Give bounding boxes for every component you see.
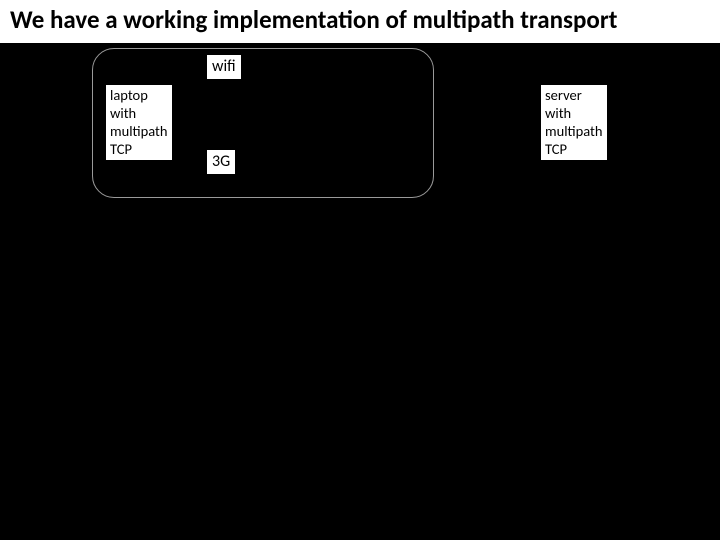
server-node-label: serverwithmultipathTCP <box>541 85 607 160</box>
wifi-path-label: wifi <box>207 55 241 79</box>
laptop-node-label: laptopwithmultipathTCP <box>106 85 172 160</box>
slide-title: We have a working implementation of mult… <box>10 6 710 35</box>
3g-path-label: 3G <box>207 150 235 174</box>
title-bar: We have a working implementation of mult… <box>0 0 720 43</box>
slide: We have a working implementation of mult… <box>0 0 720 540</box>
